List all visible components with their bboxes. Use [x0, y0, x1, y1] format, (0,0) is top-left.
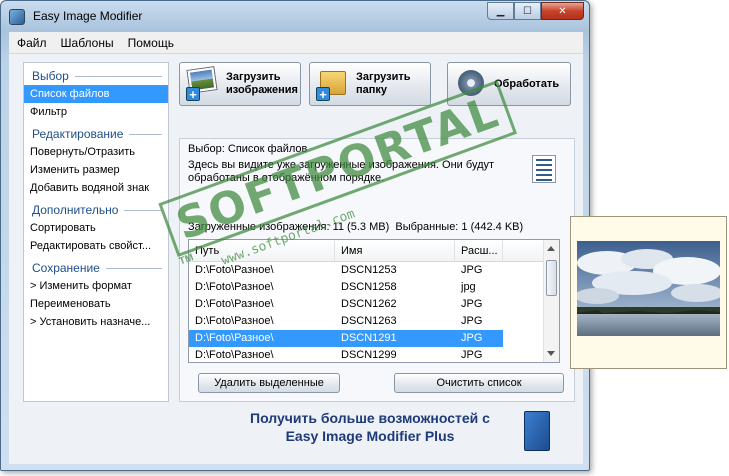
load-images-icon: +: [186, 67, 220, 101]
app-icon: [9, 9, 25, 25]
load-images-button[interactable]: + Загрузить изображения: [179, 62, 301, 106]
section-title: Сохранение: [32, 261, 100, 275]
maximize-button[interactable]: ☐: [514, 2, 541, 20]
stats-loaded: Загруженные изображения: 11 (5.3 MB): [188, 221, 390, 233]
process-button[interactable]: Обработать: [447, 62, 571, 106]
cell-path: D:\Foto\Разное\: [195, 281, 274, 293]
menu-file[interactable]: Файл: [17, 36, 47, 50]
load-folder-button[interactable]: + Загрузить папку: [309, 62, 431, 106]
caption-buttons: ▁ ☐ ✕: [487, 2, 584, 20]
sidebar-item-rotate-flip[interactable]: Повернуть/Отразить: [24, 143, 168, 161]
process-label: Обработать: [494, 77, 560, 90]
section-title: Дополнительно: [32, 203, 119, 217]
sidebar-item-filter[interactable]: Фильтр: [24, 103, 168, 121]
table-header: Путь Имя Расш...: [189, 240, 559, 262]
sidebar-item-add-watermark[interactable]: Добавить водяной знак: [24, 179, 168, 197]
cell-path: D:\Foto\Разное\: [195, 349, 274, 361]
image-preview-tooltip: [570, 216, 727, 369]
column-path[interactable]: Путь: [189, 240, 335, 261]
gear-icon: [454, 67, 488, 101]
sidebar-item-set-destination[interactable]: > Установить назначе...: [24, 313, 168, 331]
close-button[interactable]: ✕: [541, 2, 584, 20]
table-scrollbar[interactable]: [543, 240, 559, 362]
section-divider: [129, 133, 162, 135]
cell-path: D:\Foto\Разное\: [189, 330, 335, 347]
clear-list-button[interactable]: Очистить список: [394, 373, 564, 393]
cell-ext: JPG: [461, 264, 483, 276]
cell-ext: JPG: [461, 315, 483, 327]
table-row[interactable]: D:\Foto\Разное\ DSCN1263 JPG: [189, 313, 559, 330]
cell-name: DSCN1299: [341, 349, 397, 361]
sidebar-item-change-format[interactable]: > Изменить формат: [24, 277, 168, 295]
product-box-icon[interactable]: [524, 411, 550, 451]
menu-bar: Файл Шаблоны Помощь: [9, 32, 583, 54]
sidebar-item-resize[interactable]: Изменить размер: [24, 161, 168, 179]
window-title: Easy Image Modifier: [33, 9, 143, 23]
promo-line-2: Easy Image Modifier Plus: [285, 428, 455, 444]
scroll-down-icon[interactable]: [547, 351, 555, 356]
cell-ext: JPG: [455, 330, 503, 347]
load-folder-label-1: Загрузить: [356, 71, 411, 83]
cell-name: DSCN1253: [341, 264, 397, 276]
table-row[interactable]: D:\Foto\Разное\ DSCN1258 jpg: [189, 279, 559, 296]
scroll-up-icon[interactable]: [547, 246, 555, 251]
table-row[interactable]: D:\Foto\Разное\ DSCN1262 JPG: [189, 296, 559, 313]
file-table[interactable]: Путь Имя Расш... D:\Foto\Разное\ DSCN1253…: [188, 239, 560, 363]
sidebar-item-file-list[interactable]: Список файлов: [24, 85, 168, 103]
cell-path: D:\Foto\Разное\: [195, 315, 274, 327]
table-row[interactable]: D:\Foto\Разное\ DSCN1253 JPG: [189, 262, 559, 279]
title-bar[interactable]: Easy Image Modifier ▁ ☐ ✕: [1, 1, 589, 32]
cell-name: DSCN1263: [341, 315, 397, 327]
cell-ext: JPG: [461, 298, 483, 310]
sidebar-section-extra: Дополнительно: [24, 201, 168, 219]
table-row-selected[interactable]: D:\Foto\Разное\ DSCN1291 JPG: [189, 330, 559, 347]
menu-templates[interactable]: Шаблоны: [61, 36, 114, 50]
load-folder-label-2: папку: [356, 84, 388, 96]
table-row[interactable]: D:\Foto\Разное\ DSCN1299 JPG: [189, 347, 559, 362]
cell-name: DSCN1262: [341, 298, 397, 310]
upgrade-promo[interactable]: Получить больше возможностей с Easy Imag…: [227, 409, 513, 445]
column-name[interactable]: Имя: [335, 240, 455, 261]
load-images-label-1: Загрузить: [226, 71, 281, 83]
sidebar-item-sort[interactable]: Сортировать: [24, 219, 168, 237]
client-area: Выбор Список файлов Фильтр Редактировани…: [9, 54, 583, 464]
load-images-label-2: изображения: [226, 84, 298, 96]
section-title: Редактирование: [32, 127, 124, 141]
sidebar-section-select: Выбор: [24, 67, 168, 85]
minimize-button[interactable]: ▁: [487, 2, 514, 20]
section-divider: [105, 267, 162, 269]
scroll-thumb[interactable]: [546, 260, 557, 296]
promo-line-1: Получить больше возможностей с: [250, 410, 490, 426]
delete-selected-button[interactable]: Удалить выделенные: [198, 373, 340, 393]
section-title: Выбор: [32, 69, 69, 83]
cell-path: D:\Foto\Разное\: [195, 264, 274, 276]
cell-ext: JPG: [461, 349, 483, 361]
stats-line: Загруженные изображения: 11 (5.3 MB) Выб…: [188, 221, 523, 233]
preview-photo: [577, 241, 720, 336]
file-list-panel: Выбор: Список файлов Здесь вы видите уже…: [179, 138, 575, 402]
details-view-icon[interactable]: [532, 155, 556, 183]
sidebar-item-edit-properties[interactable]: Редактировать свойст...: [24, 237, 168, 255]
sidebar-section-save: Сохранение: [24, 259, 168, 277]
cell-ext: jpg: [461, 281, 476, 293]
cell-name: DSCN1258: [341, 281, 397, 293]
cell-path: D:\Foto\Разное\: [195, 298, 274, 310]
section-divider: [124, 209, 162, 211]
cell-name: DSCN1291: [335, 330, 455, 347]
stats-selected: Выбранные: 1 (442.4 KB): [395, 221, 524, 233]
menu-help[interactable]: Помощь: [128, 36, 174, 50]
column-ext[interactable]: Расш...: [455, 240, 503, 261]
panel-description: Здесь вы видите уже загруженные изображе…: [188, 159, 495, 184]
sidebar-item-rename[interactable]: Переименовать: [24, 295, 168, 313]
section-divider: [74, 75, 162, 77]
main-window: Easy Image Modifier ▁ ☐ ✕ Файл Шаблоны П…: [0, 0, 590, 471]
load-folder-icon: +: [316, 67, 350, 101]
sidebar-section-edit: Редактирование: [24, 125, 168, 143]
sidebar: Выбор Список файлов Фильтр Редактировани…: [23, 62, 169, 402]
panel-title: Выбор: Список файлов: [188, 143, 308, 155]
